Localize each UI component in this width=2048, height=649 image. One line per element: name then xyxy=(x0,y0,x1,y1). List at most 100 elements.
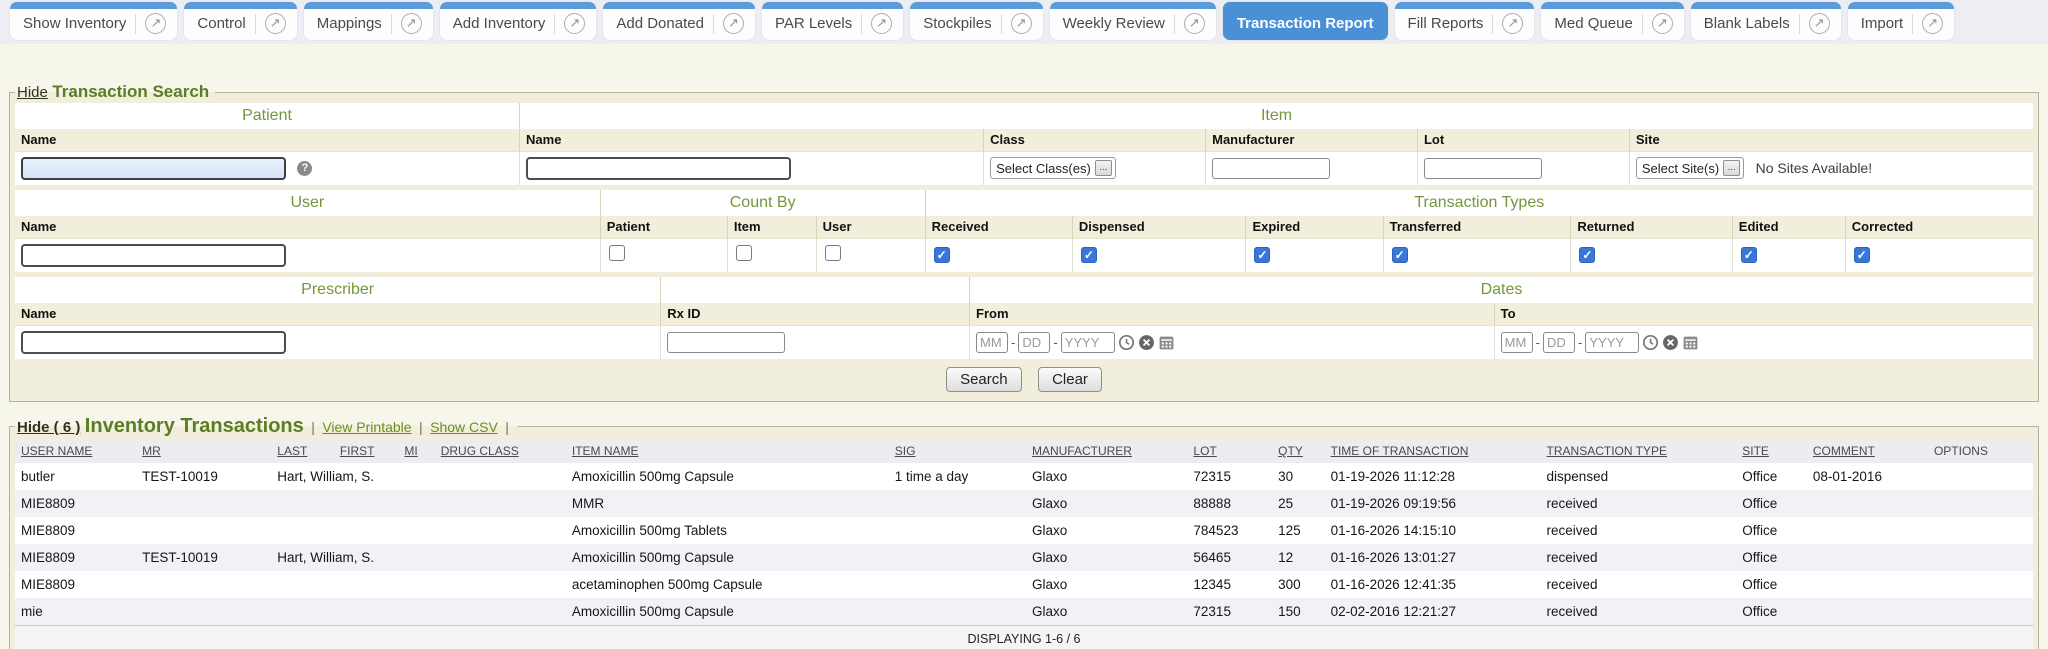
from-day-input[interactable] xyxy=(1018,332,1050,353)
to-month-input[interactable] xyxy=(1501,332,1533,353)
tab-fill-reports[interactable]: Fill Reports↗ xyxy=(1395,2,1535,40)
type-edited-checkbox[interactable]: ✓ xyxy=(1741,247,1757,263)
table-row: MIE8809MMRGlaxo888882501-19-2026 09:19:5… xyxy=(15,490,2033,517)
class-picker[interactable]: Select Class(es) ... xyxy=(990,157,1116,179)
tab-label: Med Queue xyxy=(1554,15,1632,32)
from-month-input[interactable] xyxy=(976,332,1008,353)
external-link-icon[interactable]: ↗ xyxy=(564,13,585,34)
prescriber-name-input[interactable] xyxy=(21,331,286,354)
column-header-lot[interactable]: LOT xyxy=(1187,439,1272,463)
external-link-icon[interactable]: ↗ xyxy=(265,13,286,34)
count-by-section-header: Count By xyxy=(600,190,925,216)
clear-date-icon[interactable] xyxy=(1662,334,1679,351)
from-year-input[interactable] xyxy=(1061,332,1115,353)
cell-mr: TEST-10019 xyxy=(136,544,271,571)
column-header-drug-class[interactable]: DRUG CLASS xyxy=(435,439,566,463)
calendar-icon[interactable] xyxy=(1682,334,1699,351)
class-picker-ellipsis-button[interactable]: ... xyxy=(1095,160,1112,176)
to-day-input[interactable] xyxy=(1543,332,1575,353)
type-expired-checkbox[interactable]: ✓ xyxy=(1254,247,1270,263)
item-name-input[interactable] xyxy=(526,157,791,180)
tab-import[interactable]: Import↗ xyxy=(1848,2,1955,40)
site-picker-ellipsis-button[interactable]: ... xyxy=(1723,160,1740,176)
tab-label: Show Inventory xyxy=(23,15,126,32)
tab-weekly-review[interactable]: Weekly Review ↗ xyxy=(1050,2,1216,40)
tab-blank-labels[interactable]: Blank Labels↗ xyxy=(1691,2,1841,40)
tab-mappings[interactable]: Mappings↗ xyxy=(304,2,433,40)
type-transferred-checkbox[interactable]: ✓ xyxy=(1392,247,1408,263)
tab-bar: Show Inventory↗Control↗Mappings↗Add Inve… xyxy=(0,0,2048,44)
user-name-input[interactable] xyxy=(21,244,286,267)
tab-add-donated[interactable]: Add Donated↗ xyxy=(603,2,755,40)
column-header-transaction-type[interactable]: TRANSACTION TYPE xyxy=(1541,439,1737,463)
cell-site: Office xyxy=(1736,544,1807,571)
tab-accent-bar xyxy=(1223,2,1388,9)
hide-results-link[interactable]: Hide ( 6 ) xyxy=(17,419,80,436)
type-received-checkbox[interactable]: ✓ xyxy=(934,247,950,263)
external-link-icon[interactable]: ↗ xyxy=(1809,13,1830,34)
show-csv-link[interactable]: Show CSV xyxy=(430,419,498,435)
count-by-patient-checkbox[interactable] xyxy=(609,245,625,261)
lot-input[interactable] xyxy=(1424,158,1542,179)
column-header-qty[interactable]: QTY xyxy=(1272,439,1324,463)
column-header-mr[interactable]: MR xyxy=(136,439,271,463)
external-link-icon[interactable]: ↗ xyxy=(1184,13,1205,34)
clock-icon[interactable] xyxy=(1642,334,1659,351)
type-corrected-checkbox[interactable]: ✓ xyxy=(1854,247,1870,263)
date-separator: - xyxy=(1536,335,1540,350)
column-header-user-name[interactable]: USER NAME xyxy=(15,439,136,463)
cell-comment xyxy=(1807,571,1928,598)
hide-search-link[interactable]: Hide xyxy=(17,84,48,101)
cell-drug-class xyxy=(435,571,566,598)
column-header-manufacturer[interactable]: MANUFACTURER xyxy=(1026,439,1187,463)
column-header-last[interactable]: LAST xyxy=(271,439,334,463)
external-link-icon[interactable]: ↗ xyxy=(723,13,744,34)
count-by-user-checkbox[interactable] xyxy=(825,245,841,261)
column-header-time-of-transaction[interactable]: TIME OF TRANSACTION xyxy=(1325,439,1541,463)
clear-date-icon[interactable] xyxy=(1138,334,1155,351)
cell-site: Office xyxy=(1736,517,1807,544)
type-returned-checkbox[interactable]: ✓ xyxy=(1579,247,1595,263)
tab-label: Weekly Review xyxy=(1063,15,1165,32)
search-button[interactable]: Search xyxy=(946,367,1022,392)
patient-item-section: Patient Item Name Name Class Manufacture… xyxy=(15,103,2033,185)
tab-transaction-report[interactable]: Transaction Report xyxy=(1223,2,1388,40)
patient-name-input[interactable] xyxy=(21,157,286,180)
tab-med-queue[interactable]: Med Queue ↗ xyxy=(1541,2,1683,40)
external-link-icon[interactable]: ↗ xyxy=(1502,13,1523,34)
help-icon[interactable]: ? xyxy=(297,161,312,176)
column-header-sig[interactable]: SIG xyxy=(889,439,1026,463)
external-link-icon[interactable]: ↗ xyxy=(1922,13,1943,34)
view-printable-link[interactable]: View Printable xyxy=(322,419,411,435)
tab-control[interactable]: Control↗ xyxy=(184,2,296,40)
to-year-input[interactable] xyxy=(1585,332,1639,353)
tab-stockpiles[interactable]: Stockpiles↗ xyxy=(910,2,1042,40)
date-to-label: To xyxy=(1494,303,2033,325)
count-by-item-checkbox[interactable] xyxy=(736,245,752,261)
external-link-icon[interactable]: ↗ xyxy=(1011,13,1032,34)
item-lot-label: Lot xyxy=(1417,129,1629,151)
user-name-label: Name xyxy=(15,216,600,238)
clear-button[interactable]: Clear xyxy=(1038,367,1102,392)
column-header-first[interactable]: FIRST xyxy=(334,439,399,463)
tab-par-levels[interactable]: PAR Levels↗ xyxy=(762,2,903,40)
table-row: mieAmoxicillin 500mg CapsuleGlaxo7231515… xyxy=(15,598,2033,625)
clock-icon[interactable] xyxy=(1118,334,1135,351)
rx-id-input[interactable] xyxy=(667,332,785,353)
manufacturer-input[interactable] xyxy=(1212,158,1330,179)
tab-divider xyxy=(1799,14,1800,34)
column-header-item-name[interactable]: ITEM NAME xyxy=(566,439,889,463)
type-dispensed-checkbox[interactable]: ✓ xyxy=(1081,247,1097,263)
external-link-icon[interactable]: ↗ xyxy=(1652,13,1673,34)
site-picker[interactable]: Select Site(s) ... xyxy=(1636,157,1744,179)
tab-show-inventory[interactable]: Show Inventory ↗ xyxy=(10,2,177,40)
count-by-user-label: User xyxy=(816,216,925,238)
external-link-icon[interactable]: ↗ xyxy=(871,13,892,34)
column-header-mi[interactable]: MI xyxy=(398,439,434,463)
external-link-icon[interactable]: ↗ xyxy=(145,13,166,34)
external-link-icon[interactable]: ↗ xyxy=(401,13,422,34)
tab-add-inventory[interactable]: Add Inventory↗ xyxy=(440,2,597,40)
column-header-comment[interactable]: COMMENT xyxy=(1807,439,1928,463)
column-header-site[interactable]: SITE xyxy=(1736,439,1807,463)
calendar-icon[interactable] xyxy=(1158,334,1175,351)
